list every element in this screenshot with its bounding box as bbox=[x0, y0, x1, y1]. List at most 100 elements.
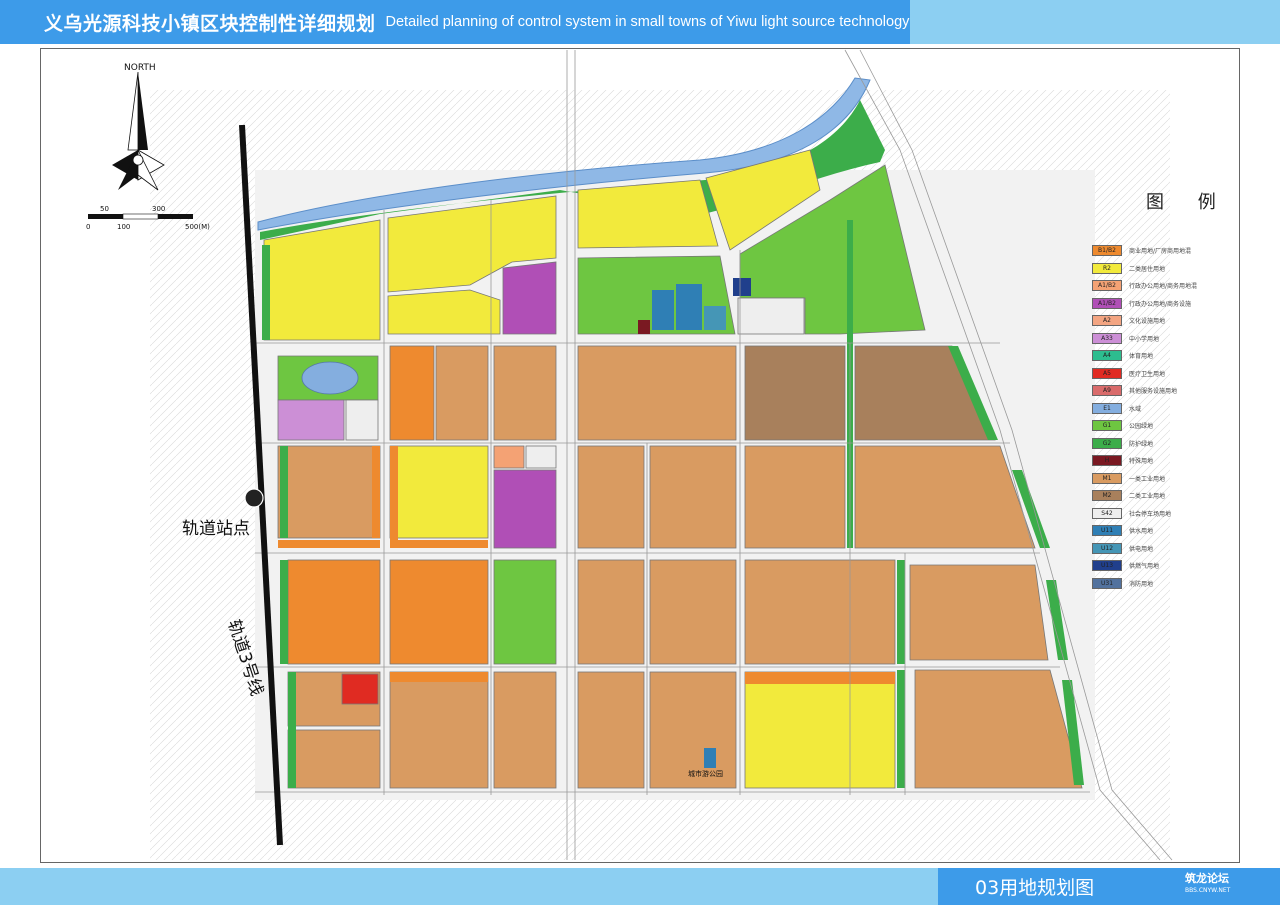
parcel-a1b2-orange bbox=[493, 445, 525, 469]
legend-swatch: A2 bbox=[1092, 315, 1122, 327]
legend-label: 商业用地/厂房商用地混 bbox=[1129, 248, 1192, 256]
parcel-b1b2 bbox=[390, 672, 488, 682]
parcel-m1 bbox=[744, 559, 896, 665]
legend-swatch: A9 bbox=[1092, 385, 1122, 397]
legend-item: S42 社会停车场用地 bbox=[1092, 505, 1242, 523]
legend-swatch: G1 bbox=[1092, 420, 1122, 432]
parcel-m1 bbox=[493, 671, 557, 789]
legend-item: G2 防护绿地 bbox=[1092, 435, 1242, 453]
land-use-map[interactable]: NORTH 50 300 0 100 500(M) 轨道站点 轨道3号线 城市游… bbox=[0, 0, 1280, 905]
parcel-b1b2 bbox=[389, 559, 489, 665]
legend-title: 图 例 bbox=[1146, 192, 1230, 213]
station-label: 轨道站点 bbox=[182, 519, 250, 539]
parcel-m1 bbox=[649, 559, 737, 665]
legend-swatch: G2 bbox=[1092, 437, 1122, 449]
scale-tick-50: 50 bbox=[100, 205, 109, 213]
parcel-m1 bbox=[577, 345, 737, 441]
sheet-title: 03用地规划图 bbox=[975, 877, 1095, 899]
parcel-m1 bbox=[909, 564, 1049, 661]
legend: B1/B2 商业用地/厂房商用地混 R2 二类居住用地 A1/B2 行政办公用地/商务用地… bbox=[1092, 242, 1242, 592]
legend-swatch: M2 bbox=[1092, 490, 1122, 502]
legend-swatch: A1/B2 bbox=[1092, 280, 1122, 292]
legend-label: 行政办公用地/商务设施 bbox=[1129, 300, 1192, 308]
legend-item: U31 消防用地 bbox=[1092, 575, 1242, 593]
watermark-main: 筑龙论坛 bbox=[1185, 872, 1229, 885]
parcel-b1b2 bbox=[278, 540, 380, 548]
parcel-a1b2-purple bbox=[502, 261, 557, 335]
parcel-s42 bbox=[525, 445, 557, 469]
legend-item: M2 二类工业用地 bbox=[1092, 487, 1242, 505]
legend-label: 供电用地 bbox=[1129, 545, 1154, 553]
legend-label: 消防用地 bbox=[1129, 580, 1154, 588]
parcel-b1b2 bbox=[389, 345, 435, 441]
parcel-b1b2 bbox=[745, 672, 895, 684]
parcel-r2 bbox=[387, 289, 501, 335]
parcel-u11 bbox=[676, 284, 702, 330]
parcel-a33 bbox=[277, 399, 345, 441]
legend-item: E1 水域 bbox=[1092, 400, 1242, 418]
legend-swatch: H bbox=[1092, 455, 1122, 467]
legend-label: 一类工业用地 bbox=[1129, 475, 1166, 483]
legend-item: U11 供水用地 bbox=[1092, 522, 1242, 540]
parcel-m1 bbox=[577, 671, 645, 789]
legend-item: G1 公园绿地 bbox=[1092, 417, 1242, 435]
scale-tick-100: 100 bbox=[117, 223, 130, 231]
legend-label: 行政办公用地/商务用地混 bbox=[1129, 283, 1198, 291]
parcel-a1b2-purple bbox=[493, 469, 557, 549]
watermark-sub: BBS.CNYW.NET bbox=[1185, 887, 1231, 894]
legend-label: 文化设施用地 bbox=[1129, 318, 1166, 326]
legend-item: A1/B2 行政办公用地/商务用地混 bbox=[1092, 277, 1242, 295]
legend-swatch: U13 bbox=[1092, 560, 1122, 572]
parcel-a5 bbox=[341, 673, 379, 705]
legend-item: H 特殊用地 bbox=[1092, 452, 1242, 470]
parcel-m2 bbox=[744, 345, 846, 441]
parcel-g1 bbox=[493, 559, 557, 665]
legend-label: 公园绿地 bbox=[1129, 423, 1154, 431]
parcel-m1 bbox=[493, 345, 557, 441]
legend-swatch: E1 bbox=[1092, 402, 1122, 414]
legend-label: 社会停车场用地 bbox=[1129, 510, 1172, 518]
legend-label: 中小学用地 bbox=[1129, 335, 1160, 343]
watermark: 筑龙论坛 BBS.CNYW.NET bbox=[1185, 872, 1273, 900]
legend-item: A2 文化设施用地 bbox=[1092, 312, 1242, 330]
legend-swatch: R2 bbox=[1092, 262, 1122, 274]
legend-swatch: M1 bbox=[1092, 472, 1122, 484]
green-buffer bbox=[262, 245, 270, 340]
legend-label: 防护绿地 bbox=[1129, 440, 1154, 448]
legend-swatch: A33 bbox=[1092, 332, 1122, 344]
scale-tick-0: 0 bbox=[86, 223, 90, 231]
legend-swatch: A5 bbox=[1092, 367, 1122, 379]
legend-item: R2 二类居住用地 bbox=[1092, 260, 1242, 278]
legend-item: U12 供电用地 bbox=[1092, 540, 1242, 558]
legend-item: A1/B2 行政办公用地/商务设施 bbox=[1092, 295, 1242, 313]
scale-tick-300: 300 bbox=[152, 205, 165, 213]
lake bbox=[301, 361, 359, 395]
legend-label: 其他服务设施用地 bbox=[1129, 388, 1178, 396]
station-marker bbox=[244, 488, 264, 508]
parcel-m1 bbox=[649, 445, 737, 549]
legend-label: 供燃气用地 bbox=[1129, 563, 1160, 571]
parcel-m1 bbox=[277, 445, 381, 539]
legend-item: M1 一类工业用地 bbox=[1092, 470, 1242, 488]
parcel-h bbox=[638, 320, 650, 334]
legend-label: 水域 bbox=[1129, 405, 1142, 413]
legend-item: A9 其他服务设施用地 bbox=[1092, 382, 1242, 400]
green-buffer bbox=[280, 560, 288, 664]
parcel-m1 bbox=[389, 671, 489, 789]
legend-swatch: B1/B2 bbox=[1092, 245, 1122, 257]
green-buffer bbox=[280, 446, 288, 538]
legend-item: A33 中小学用地 bbox=[1092, 330, 1242, 348]
parcel-m1 bbox=[577, 559, 645, 665]
legend-swatch: U11 bbox=[1092, 525, 1122, 537]
parcel-u13 bbox=[733, 278, 751, 296]
parcel-u11 bbox=[704, 748, 716, 768]
parcel-r2 bbox=[744, 671, 896, 789]
legend-swatch: U12 bbox=[1092, 542, 1122, 554]
green-buffer bbox=[897, 670, 905, 788]
legend-label: 二类工业用地 bbox=[1129, 493, 1166, 501]
parcel-m1 bbox=[577, 445, 645, 549]
north-label: NORTH bbox=[124, 63, 156, 73]
parcel-r2 bbox=[577, 179, 719, 249]
legend-item: B1/B2 商业用地/厂房商用地混 bbox=[1092, 242, 1242, 260]
park-label: 城市游公园 bbox=[688, 769, 723, 778]
